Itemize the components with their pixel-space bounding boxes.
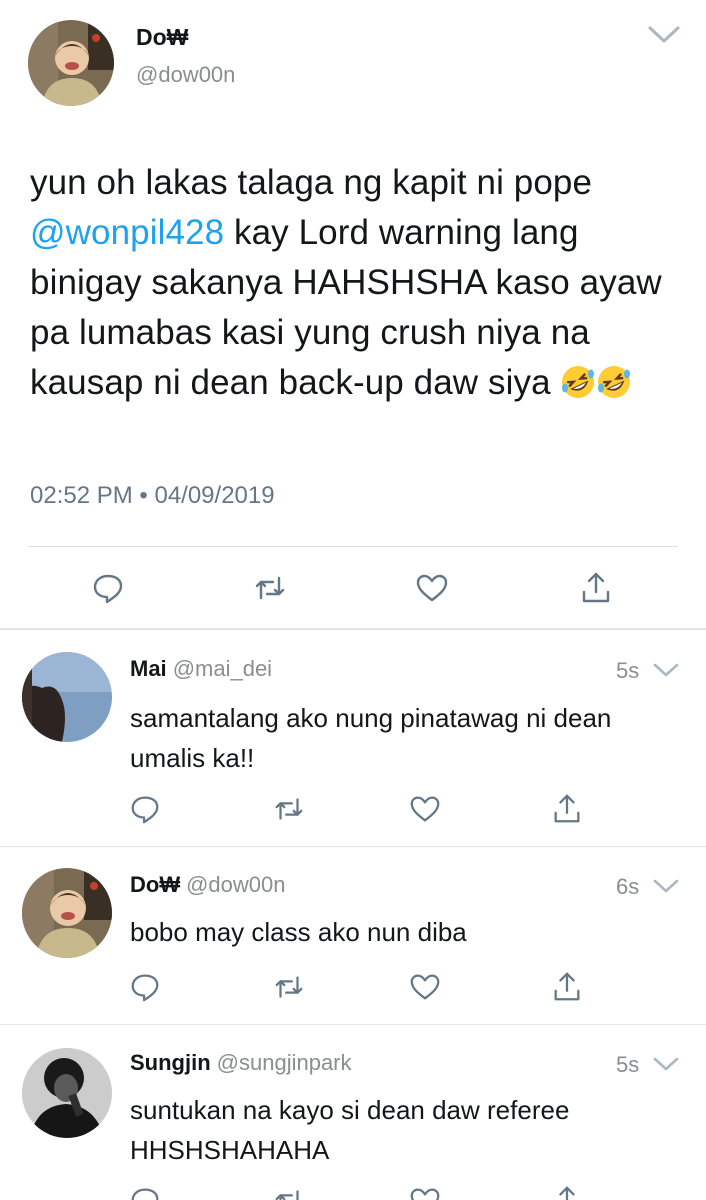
user-handle[interactable]: @dow00n [136, 62, 235, 88]
display-name[interactable]: Do₩ [130, 872, 180, 897]
chevron-down-icon[interactable] [652, 876, 680, 896]
user-handle[interactable]: @sungjinpark [217, 1050, 352, 1075]
display-name[interactable]: Do₩ [136, 24, 188, 51]
share-icon[interactable] [550, 1184, 586, 1200]
reply-header: Mai @mai_dei [130, 656, 272, 682]
reply-icon[interactable] [128, 1184, 164, 1200]
tweet-timestamp[interactable]: 02:52 PM • 04/09/2019 [30, 482, 275, 510]
share-icon[interactable] [550, 792, 586, 828]
chevron-down-icon[interactable] [652, 660, 680, 680]
user-handle[interactable]: @dow00n [186, 872, 285, 897]
like-icon[interactable] [408, 1184, 444, 1200]
reply-text: samantalang ako nung pinatawag ni dean u… [130, 703, 612, 773]
reply-time: 6s [616, 874, 640, 899]
reply-icon[interactable] [128, 792, 164, 828]
user-handle[interactable]: @mai_dei [173, 656, 272, 681]
display-name[interactable]: Sungjin [130, 1050, 211, 1075]
rofl-emoji [560, 364, 596, 400]
avatar[interactable] [22, 1048, 112, 1138]
tweet-text: yun oh lakas talaga ng kapit ni pope @wo… [30, 158, 690, 408]
divider [28, 546, 678, 547]
share-icon[interactable] [550, 970, 586, 1006]
chevron-down-icon[interactable] [646, 22, 682, 46]
share-icon[interactable] [578, 570, 614, 606]
retweet-icon[interactable] [272, 1184, 308, 1200]
retweet-icon[interactable] [272, 970, 308, 1006]
rofl-emoji [596, 364, 632, 400]
divider [0, 846, 706, 847]
avatar[interactable] [22, 652, 112, 742]
reply-icon[interactable] [128, 970, 164, 1006]
reply-icon[interactable] [90, 570, 126, 606]
reply-text: suntukan na kayo si dean daw referee HHS… [130, 1095, 570, 1165]
tweet-text-part: yun oh lakas talaga ng kapit ni pope [30, 163, 593, 202]
reply-time: 5s [616, 1052, 640, 1077]
reply-header: Do₩ @dow00n [130, 872, 286, 898]
retweet-icon[interactable] [252, 570, 288, 606]
avatar[interactable] [22, 868, 112, 958]
divider [0, 1024, 706, 1025]
display-name[interactable]: Mai [130, 656, 167, 681]
reply-header: Sungjin @sungjinpark [130, 1050, 352, 1076]
retweet-icon[interactable] [272, 792, 308, 828]
chevron-down-icon[interactable] [652, 1054, 680, 1074]
like-icon[interactable] [414, 570, 450, 606]
mention-link[interactable]: @wonpil428 [30, 213, 224, 252]
section-divider [0, 628, 706, 630]
like-icon[interactable] [408, 792, 444, 828]
like-icon[interactable] [408, 970, 444, 1006]
avatar[interactable] [28, 20, 114, 106]
reply-text: bobo may class ako nun diba [130, 917, 467, 947]
reply-time: 5s [616, 658, 640, 683]
